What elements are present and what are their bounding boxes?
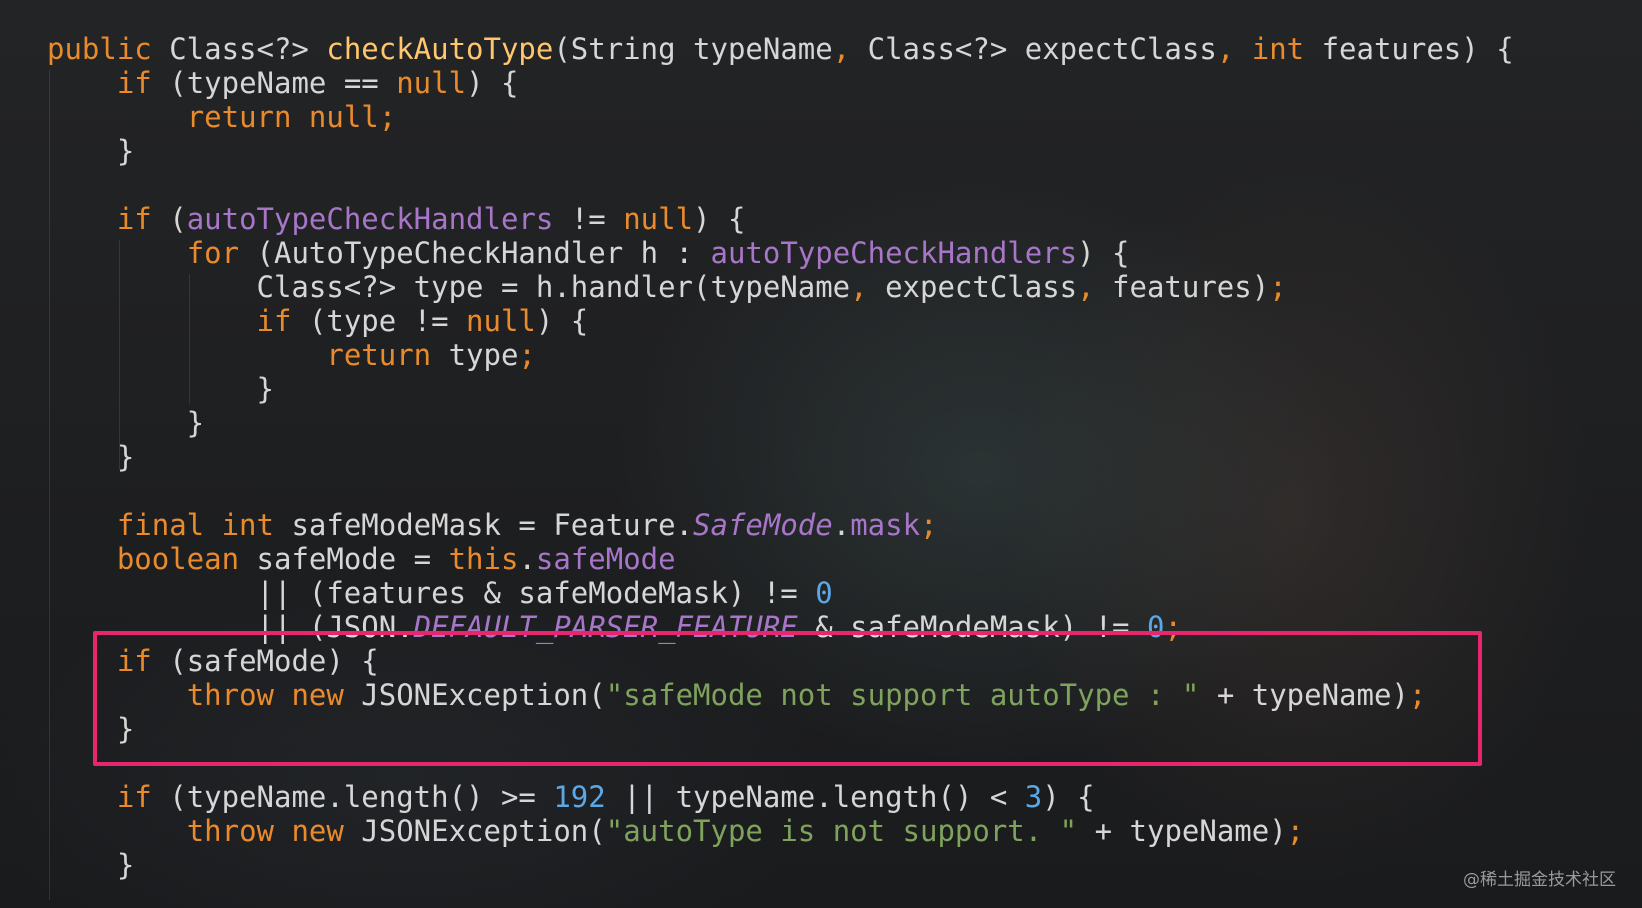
code-token: final int (116, 508, 292, 542)
code-line: for (AutoTypeCheckHandler h : autoTypeCh… (47, 236, 1514, 270)
code-token: ( (169, 202, 187, 236)
code-token: } (47, 134, 135, 168)
code-token: if (116, 780, 170, 814)
code-token: safeModeMask = Feature. (291, 508, 694, 542)
code-token: null (623, 202, 694, 236)
code-line: Class<?> type = h.handler(typeName, expe… (47, 270, 1514, 304)
code-token: 192 (553, 780, 606, 814)
code-line: if (typeName == null) { (47, 66, 1514, 100)
code-token: , (850, 270, 886, 304)
code-token: autoTypeCheckHandlers (186, 202, 554, 236)
code-token: (type != (308, 304, 467, 338)
code-token: checkAutoType (326, 32, 554, 66)
code-token: JSONException( (361, 814, 606, 848)
code-token: ; (1286, 814, 1305, 848)
code-line: } (47, 440, 1514, 474)
code-token: features) (1112, 270, 1270, 304)
code-token: } (47, 440, 135, 474)
code-line: } (47, 134, 1514, 168)
watermark: @稀土掘金技术社区 (1463, 870, 1616, 890)
code-token: SafeMode (693, 508, 833, 542)
code-token: ) { (535, 304, 589, 338)
code-token: for (186, 236, 257, 270)
code-token: . (832, 508, 851, 542)
code-token: int (1251, 32, 1322, 66)
code-token: } (47, 848, 135, 882)
code-token: "autoType is not support. " (605, 814, 1078, 848)
code-token: throw new (186, 814, 362, 848)
code-token: 0 (815, 576, 833, 610)
code-token: mask (850, 508, 921, 542)
code-token: Class<?> expectClass (867, 32, 1217, 66)
code-token: Class<?> (169, 32, 327, 66)
code-token: if (256, 304, 309, 338)
code-token: type (448, 338, 519, 372)
code-token: ) { (693, 202, 746, 236)
code-line: if (typeName.length() >= 192 || typeName… (47, 780, 1514, 814)
code-token: safeMode = (256, 542, 449, 576)
code-token: null (396, 66, 467, 100)
code-token: , (832, 32, 868, 66)
code-token: this (448, 542, 519, 576)
code-token: ; (920, 508, 938, 542)
code-token: return null; (186, 100, 397, 134)
code-token: + typeName) (1077, 814, 1287, 848)
code-line: if (type != null) { (47, 304, 1514, 338)
code-token: if (116, 202, 170, 236)
code-line: final int safeModeMask = Feature.SafeMod… (47, 508, 1514, 542)
code-token: } (47, 372, 274, 406)
code-line: } (47, 848, 1514, 882)
code-token: (AutoTypeCheckHandler h : (256, 236, 711, 270)
code-line: return type; (47, 338, 1514, 372)
code-line: } (47, 372, 1514, 406)
code-token: boolean (116, 542, 257, 576)
code-token: || (features & safeModeMask) != (47, 576, 816, 610)
code-token: 3 (1024, 780, 1043, 814)
code-token: (typeName.length() >= (169, 780, 554, 814)
code-token: autoTypeCheckHandlers (710, 236, 1078, 270)
code-token: . (518, 542, 536, 576)
code-token: (String typeName (553, 32, 833, 66)
code-token: public (47, 32, 170, 66)
code-token: expectClass (885, 270, 1078, 304)
code-line: || (features & safeModeMask) != 0 (47, 576, 1514, 610)
code-token: ; (1269, 270, 1287, 304)
code-token: return (326, 338, 449, 372)
code-token: (typeName == (169, 66, 397, 100)
highlight-annotation-box (93, 631, 1482, 766)
code-token: ) { (466, 66, 519, 100)
code-token: Class<?> type = h.handler(typeName (47, 270, 851, 304)
code-line: throw new JSONException("autoType is not… (47, 814, 1514, 848)
code-editor: public Class<?> checkAutoType(String typ… (0, 0, 1642, 908)
code-token: , (1077, 270, 1113, 304)
code-token: ) { (1077, 236, 1130, 270)
code-line: boolean safeMode = this.safeMode (47, 542, 1514, 576)
code-token: } (47, 406, 205, 440)
code-token: features) { (1321, 32, 1514, 66)
code-token: ; (518, 338, 536, 372)
code-token: || typeName.length() < (605, 780, 1025, 814)
code-token: != (553, 202, 624, 236)
code-token: null (466, 304, 536, 338)
code-token: safeMode (535, 542, 676, 576)
code-token: , (1216, 32, 1252, 66)
code-token: ) { (1042, 780, 1095, 814)
code-line: return null; (47, 100, 1514, 134)
code-line: if (autoTypeCheckHandlers != null) { (47, 202, 1514, 236)
code-token: if (116, 66, 170, 100)
code-line: } (47, 406, 1514, 440)
code-line: public Class<?> checkAutoType(String typ… (47, 32, 1514, 66)
